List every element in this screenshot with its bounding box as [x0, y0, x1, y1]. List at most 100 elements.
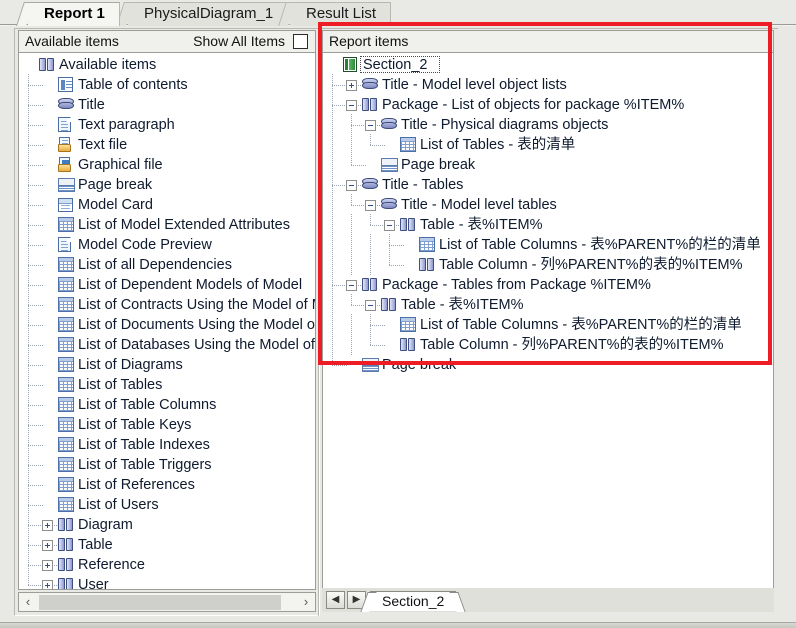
book-icon	[362, 97, 379, 112]
tree-row[interactable]: List of Users	[19, 494, 315, 515]
tree-connector-line	[370, 214, 371, 225]
tree-row[interactable]: List of Table Columns - 表%PARENT%的栏的清单	[323, 314, 773, 335]
tree-connector-line	[351, 214, 352, 235]
section-tab-section-2[interactable]: Section_2	[360, 591, 466, 612]
collapse-node-icon[interactable]	[346, 100, 357, 111]
tree-row[interactable]: Text paragraph	[19, 114, 315, 135]
tree-row[interactable]: List of Diagrams	[19, 354, 315, 375]
scroll-right-arrow-icon[interactable]: ›	[297, 593, 315, 611]
tab-report-1[interactable]: Report 1	[16, 2, 120, 26]
tree-row[interactable]: List of Table Columns	[19, 394, 315, 415]
tree-row[interactable]: Diagram	[19, 514, 315, 535]
tree-row[interactable]: Table Column - 列%PARENT%的表的%ITEM%	[323, 334, 773, 355]
tree-row-label: Page break	[78, 177, 153, 193]
collapse-node-icon[interactable]	[365, 300, 376, 311]
tree-row[interactable]: List of Model Extended Attributes	[19, 214, 315, 235]
tree-connector-line	[28, 125, 44, 126]
tree-row[interactable]: List of Dependent Models of Model	[19, 274, 315, 295]
collapse-node-icon[interactable]	[365, 120, 376, 131]
file-icon	[58, 137, 74, 152]
collapse-node-icon[interactable]	[346, 180, 357, 191]
expand-node-icon[interactable]	[42, 580, 53, 589]
tree-row[interactable]: Page break	[19, 174, 315, 195]
tree-row[interactable]: Table Column - 列%PARENT%的表的%ITEM%	[323, 254, 773, 275]
tree-row-label: Table - 表%ITEM%	[401, 297, 524, 313]
tree-row[interactable]: Title - Physical diagrams objects	[323, 114, 773, 135]
tab-left-slant	[16, 2, 34, 26]
expand-node-icon[interactable]	[346, 80, 357, 91]
expand-node-icon[interactable]	[42, 520, 53, 531]
tree-row[interactable]: Title - Model level object lists	[323, 74, 773, 95]
tree-row[interactable]: Table - 表%ITEM%	[323, 214, 773, 235]
tree-row[interactable]: Page break	[323, 354, 773, 375]
book-icon	[400, 217, 417, 232]
collapse-node-icon[interactable]	[346, 280, 357, 291]
tree-row[interactable]: Text file	[19, 134, 315, 155]
document-tab-strip: Report 1 PhysicalDiagram_1 Result List	[0, 0, 796, 26]
tree-connector-line	[28, 445, 44, 446]
hscroll-thumb[interactable]	[39, 595, 281, 610]
tab-result-list[interactable]: Result List	[278, 2, 392, 26]
toc-icon	[58, 77, 73, 92]
tree-row[interactable]: List of References	[19, 474, 315, 495]
tree-connector-line	[332, 114, 333, 135]
tree-connector-line	[332, 334, 333, 355]
window-bottom-edge	[0, 622, 796, 628]
tree-connector-line	[28, 405, 44, 406]
grid-icon	[58, 497, 74, 512]
tree-connector-line	[389, 245, 405, 246]
show-all-items-checkbox[interactable]	[293, 34, 308, 49]
report-items-tree[interactable]: Section_2 Title - Model level object list…	[322, 52, 774, 590]
scroll-left-arrow-icon[interactable]: ‹	[19, 593, 37, 611]
page-break-icon	[362, 358, 379, 372]
report-items-title: Report items	[329, 33, 409, 49]
section-prev-button[interactable]: ◀	[326, 591, 345, 609]
tree-row-label: Table	[78, 537, 113, 553]
collapse-node-icon[interactable]	[384, 220, 395, 231]
tree-row[interactable]: List of Contracts Using the Model of Mod…	[19, 294, 315, 315]
tree-row-label: Model Code Preview	[78, 237, 212, 253]
tree-row[interactable]: List of Tables - 表的清单	[323, 134, 773, 155]
tree-row[interactable]: Package - Tables from Package %ITEM%	[323, 274, 773, 295]
expand-node-icon[interactable]	[42, 540, 53, 551]
tree-row[interactable]: Model Code Preview	[19, 234, 315, 255]
tree-row[interactable]: User	[19, 574, 315, 589]
tree-row[interactable]: List of Table Keys	[19, 414, 315, 435]
tree-row[interactable]: Table - 表%ITEM%	[323, 294, 773, 315]
tree-row[interactable]: Package - List of objects for package %I…	[323, 94, 773, 115]
available-items-tree[interactable]: Available items Table of contents Title Tex…	[18, 52, 316, 590]
tree-row[interactable]: Model Card	[19, 194, 315, 215]
tree-row[interactable]: Title - Tables	[323, 174, 773, 195]
tree-row[interactable]: Graphical file	[19, 154, 315, 175]
tree-row-label: Page break	[382, 357, 457, 373]
tree-row[interactable]: List of all Dependencies	[19, 254, 315, 275]
tree-connector-line	[351, 314, 352, 335]
tree-row[interactable]: List of Table Columns - 表%PARENT%的栏的清单	[323, 234, 773, 255]
tree-row[interactable]: List of Table Indexes	[19, 434, 315, 455]
tree-row[interactable]: Table	[19, 534, 315, 555]
tree-row[interactable]: Reference	[19, 554, 315, 575]
report-items-panel: Report items Section_2 Title - Model leve…	[322, 30, 774, 612]
tree-row-label: Table Column - 列%PARENT%的表的%ITEM%	[439, 257, 743, 273]
tree-connector-line	[370, 234, 371, 255]
tree-connector-line	[351, 234, 352, 255]
tab-physicaldiagram-1[interactable]: PhysicalDiagram_1	[116, 2, 289, 26]
tree-row[interactable]: List of Documents Using the Model of Mod…	[19, 314, 315, 335]
expand-node-icon[interactable]	[42, 560, 53, 571]
tree-row[interactable]: Title	[19, 94, 315, 115]
collapse-node-icon[interactable]	[365, 200, 376, 211]
tree-row-label: Package - Tables from Package %ITEM%	[382, 277, 651, 293]
tree-row-label: Diagram	[78, 517, 133, 533]
tree-row[interactable]: Section_2	[323, 55, 773, 75]
available-items-hscrollbar[interactable]: ‹ ›	[18, 592, 316, 612]
available-items-title: Available items	[25, 33, 119, 49]
tree-row[interactable]: List of Tables	[19, 374, 315, 395]
tree-connector-line	[370, 325, 386, 326]
tree-connector-line	[332, 314, 333, 335]
tree-row[interactable]: List of Databases Using the Model of Mod…	[19, 334, 315, 355]
tree-row[interactable]: Available items	[19, 55, 315, 75]
tree-row[interactable]: Title - Model level tables	[323, 194, 773, 215]
tree-row[interactable]: Page break	[323, 154, 773, 175]
tree-row[interactable]: Table of contents	[19, 74, 315, 95]
tree-row[interactable]: List of Table Triggers	[19, 454, 315, 475]
